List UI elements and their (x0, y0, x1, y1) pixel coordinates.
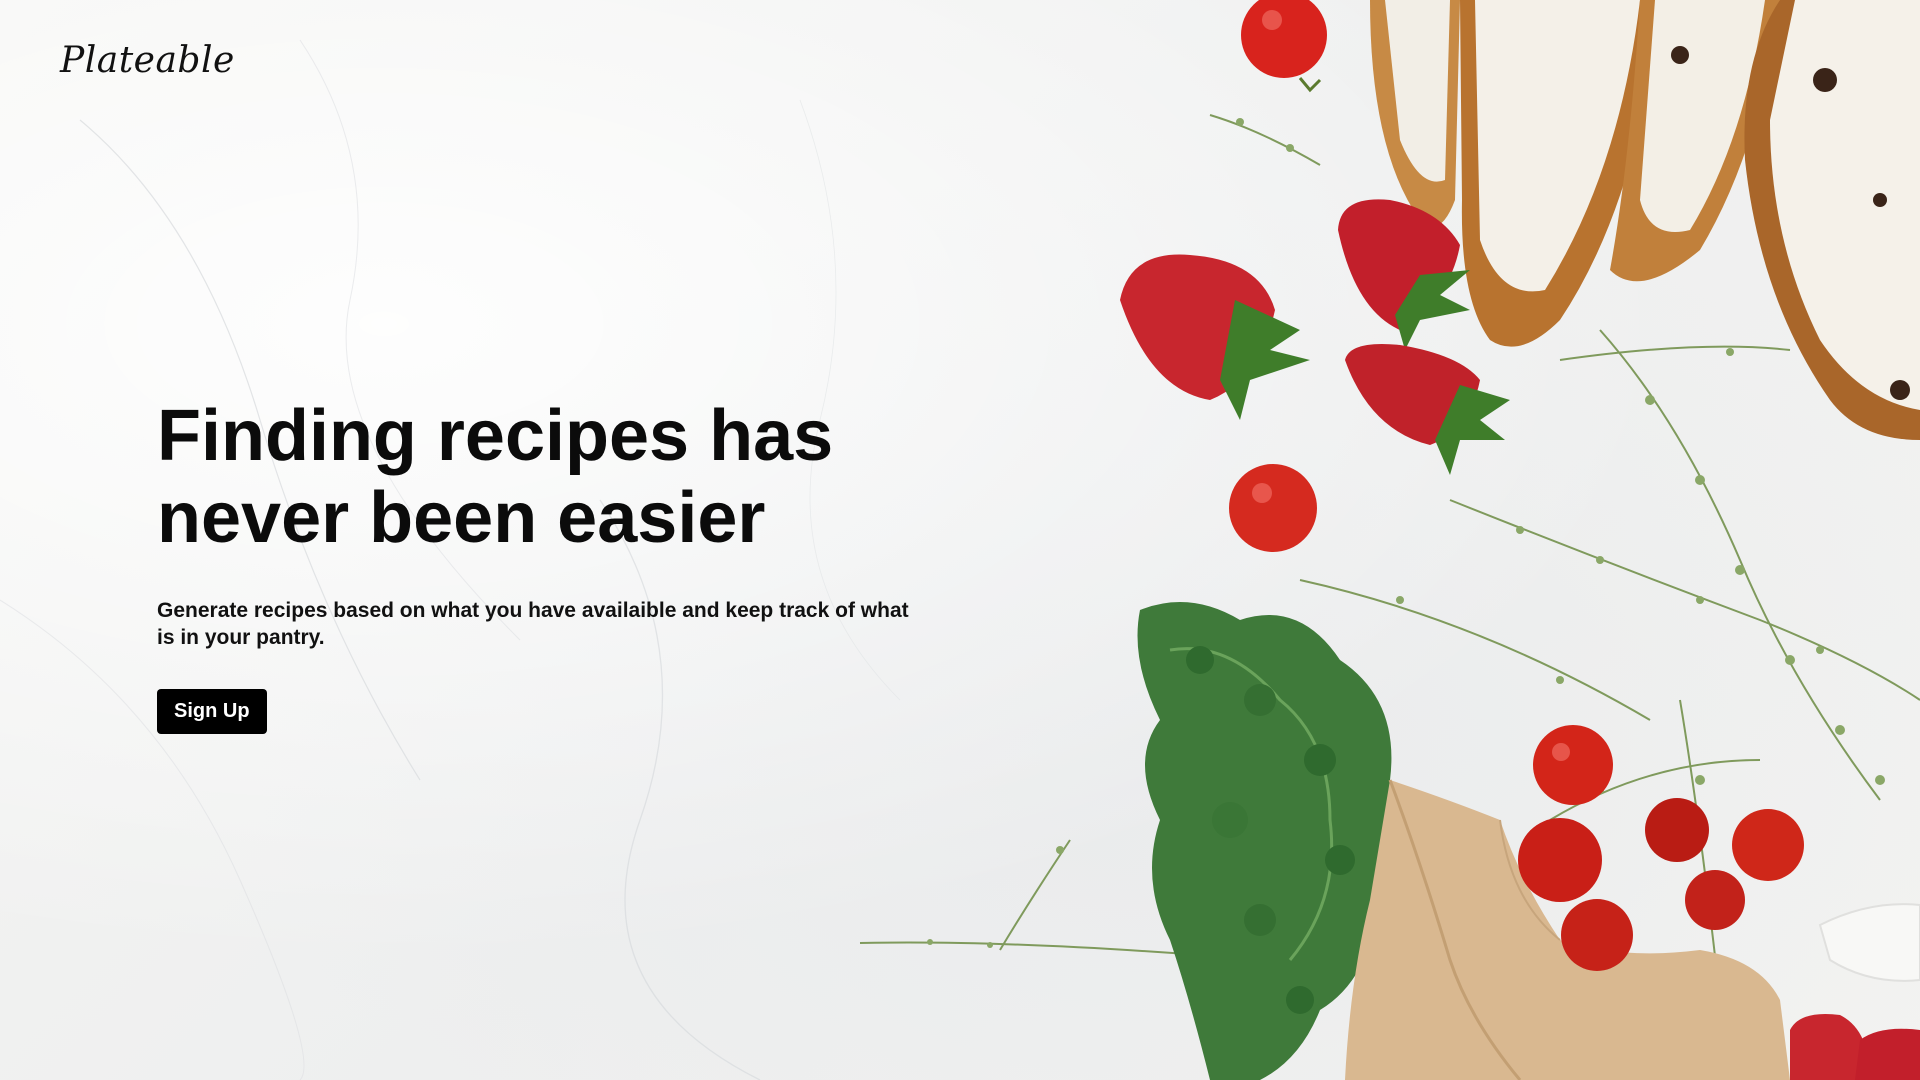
food-illustration (859, 0, 1920, 1080)
dish-image (1818, 903, 1920, 982)
